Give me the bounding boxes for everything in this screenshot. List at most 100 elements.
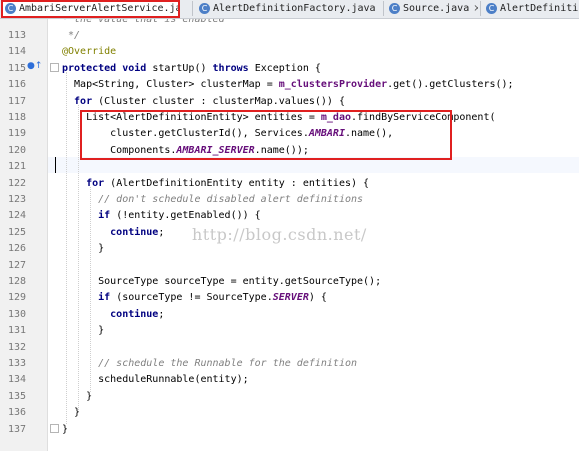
code-line[interactable]: 115 protected void startUp() throws Excep… [0, 61, 579, 77]
code-token: */ [62, 30, 81, 41]
code-token: (Cluster cluster : clusterMap.values()) … [98, 95, 345, 107]
code-text: if (sourceType != SourceType.SERVER) { [62, 290, 327, 306]
line-number: 119 [7, 128, 26, 140]
line-number: 126 [7, 243, 26, 255]
line-number: 135 [7, 390, 26, 402]
line-number: 118 [7, 112, 26, 123]
code-line[interactable]: 133 // schedule the Runnable for the def… [0, 356, 579, 372]
code-line[interactable]: 132 [0, 340, 579, 356]
code-line[interactable]: 127 [0, 258, 579, 274]
code-token: Exception { [254, 62, 321, 74]
line-number: 122 [7, 177, 26, 189]
code-token: // don't schedule disabled alert definit… [62, 194, 364, 205]
code-line[interactable]: 136 } [0, 405, 579, 421]
code-text: for (Cluster cluster : clusterMap.values… [62, 94, 345, 110]
line-number: 136 [7, 407, 26, 419]
code-text: protected void startUp() throws Exceptio… [62, 61, 321, 77]
code-token: ; [158, 226, 165, 238]
code-token: } [62, 325, 105, 337]
tab-alert-definition[interactable]: C AlertDefiniti [483, 0, 579, 17]
code-line[interactable]: 129 if (sourceType != SourceType.SERVER)… [0, 290, 579, 306]
line-number: 137 [7, 423, 26, 435]
code-text: // schedule the Runnable for the definit… [62, 356, 357, 372]
code-line[interactable]: 124 if (!entity.getEnabled()) { [0, 208, 579, 224]
active-tab-highlight-box [1, 0, 180, 18]
close-icon[interactable]: × [473, 3, 478, 14]
code-token: m_clustersProvider [278, 79, 388, 91]
line-number: 116 [7, 79, 26, 91]
line-number: 120 [7, 144, 26, 156]
code-text: } [62, 323, 104, 339]
line-number: 121 [7, 161, 26, 173]
line-number: 114 [7, 46, 26, 58]
code-text: Map<String, Cluster> clusterMap = m_clus… [62, 77, 514, 93]
code-text: SourceType sourceType = entity.getSource… [62, 274, 381, 290]
code-token: (!entity.getEnabled()) { [116, 210, 261, 222]
code-token: throws [212, 62, 255, 74]
fold-icon[interactable] [50, 63, 59, 72]
text-caret [55, 157, 56, 173]
code-line[interactable]: 113 */ [0, 28, 579, 44]
line-number: 130 [7, 308, 26, 320]
code-token: ) { [308, 292, 327, 304]
code-token: @Override [62, 46, 117, 58]
code-line[interactable]: 122 for (AlertDefinitionEntity entity : … [0, 176, 579, 192]
code-token: ; [158, 308, 165, 320]
code-token: // schedule the Runnable for the definit… [62, 358, 358, 369]
line-number: 133 [7, 358, 26, 369]
code-token: (sourceType != SourceType. [116, 292, 273, 304]
code-line[interactable]: 123 // don't schedule disabled alert def… [0, 192, 579, 208]
code-text: @Override [62, 44, 116, 60]
tab-label: AlertDefiniti [500, 3, 579, 14]
java-class-icon: C [486, 3, 497, 14]
line-number: 125 [7, 226, 26, 238]
line-number: 123 [7, 194, 26, 205]
code-token: continue [62, 308, 159, 320]
code-line[interactable]: 131 } [0, 323, 579, 339]
line-number: 128 [7, 276, 26, 287]
code-text: for (AlertDefinitionEntity entity : enti… [62, 176, 369, 192]
override-marker-icon[interactable]: ●↑ [27, 61, 42, 71]
code-token: protected void [62, 62, 153, 74]
java-class-icon: C [199, 3, 210, 14]
line-number: 131 [7, 325, 26, 337]
code-token: SERVER [272, 292, 309, 304]
code-line[interactable]: 134 scheduleRunnable(entity); [0, 372, 579, 388]
line-number: 129 [7, 292, 26, 304]
code-line[interactable]: 137} [0, 422, 579, 438]
code-line[interactable]: 135 } [0, 389, 579, 405]
tab-alert-definition-factory[interactable]: C AlertDefinitionFactory.java × [196, 0, 380, 17]
code-text: } [62, 241, 104, 257]
code-line[interactable]: 128 SourceType sourceType = entity.getSo… [0, 274, 579, 290]
code-highlight-box [80, 110, 452, 160]
line-number: 134 [7, 374, 26, 386]
line-number: 117 [7, 95, 26, 107]
code-token: } [62, 243, 105, 255]
code-text: // don't schedule disabled alert definit… [62, 192, 363, 208]
line-number: 115 [7, 62, 26, 74]
watermark-text: http://blog.csdn.net/ [192, 225, 367, 244]
code-token: (AlertDefinitionEntity entity : entities… [110, 177, 370, 189]
code-token: } [62, 423, 69, 435]
tab-label: AlertDefinitionFactory.java [213, 3, 376, 14]
line-number: 124 [7, 210, 26, 222]
code-token: for [62, 177, 111, 189]
code-line[interactable]: 121 [0, 159, 579, 175]
code-line[interactable]: 117 for (Cluster cluster : clusterMap.va… [0, 94, 579, 110]
code-line[interactable]: 130 continue; [0, 307, 579, 323]
tab-source[interactable]: C Source.java × [386, 0, 478, 17]
tab-label: Source.java [403, 3, 470, 14]
code-text: if (!entity.getEnabled()) { [62, 208, 261, 224]
line-number: 132 [7, 341, 26, 353]
code-token: for [62, 95, 99, 107]
code-text: */ [62, 28, 80, 44]
fold-icon[interactable] [50, 424, 59, 433]
code-line[interactable]: 116 Map<String, Cluster> clusterMap = m_… [0, 77, 579, 93]
line-number: 113 [7, 30, 26, 41]
code-token: continue [62, 226, 159, 238]
java-class-icon: C [389, 3, 400, 14]
code-line[interactable]: 114 @Override [0, 44, 579, 60]
line-number: 127 [7, 259, 26, 271]
code-token: Map<String, Cluster> clusterMap = [62, 79, 279, 91]
code-token: SourceType sourceType = entity.getSource… [62, 276, 382, 287]
